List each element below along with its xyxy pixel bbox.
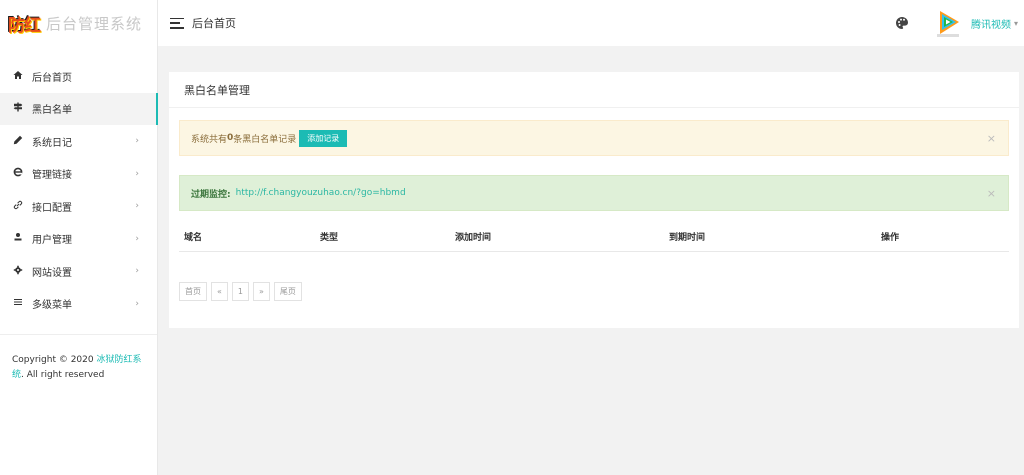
sidebar-item-label: 管理链接 xyxy=(32,170,72,182)
last-page-button[interactable]: 尾页 xyxy=(273,282,302,301)
next-page-button[interactable]: » xyxy=(253,282,270,301)
copyright-prefix: Copyright © 2020 xyxy=(12,355,97,365)
tencent-video-logo-icon xyxy=(936,11,959,37)
sidebar-item-multi-menu[interactable]: 多级菜单 › xyxy=(0,288,157,321)
chevron-right-icon: › xyxy=(135,201,139,212)
avatar[interactable] xyxy=(930,6,965,40)
sidebar-item-blackwhite-list[interactable]: 黑白名单 xyxy=(0,92,158,125)
first-page-button[interactable]: 首页 xyxy=(179,282,207,301)
chevron-right-icon: › xyxy=(135,168,139,179)
user-icon xyxy=(12,232,24,245)
column-header-domain: 域名 xyxy=(184,233,203,243)
sidebar-item-label: 接口配置 xyxy=(32,202,72,214)
sidebar-item-api-config[interactable]: 接口配置 › xyxy=(0,190,157,223)
chevron-right-icon: › xyxy=(135,298,139,309)
sidebar-item-label: 网站设置 xyxy=(32,267,72,279)
hamburger-menu-icon[interactable] xyxy=(170,17,184,29)
sidebar-item-home[interactable]: 后台首页 xyxy=(0,60,157,93)
column-header-actions: 操作 xyxy=(881,233,900,243)
sidebar-item-site-settings[interactable]: 网站设置 › xyxy=(0,255,157,288)
table-header: 域名 类型 添加时间 到期时间 操作 xyxy=(179,222,1009,252)
panel-title: 黑白名单管理 xyxy=(169,72,1019,108)
menu-icon xyxy=(12,297,24,310)
sidebar-item-label: 黑白名单 xyxy=(32,105,72,117)
ie-icon xyxy=(12,167,24,180)
close-icon[interactable]: × xyxy=(987,187,996,200)
sidebar-item-label: 用户管理 xyxy=(32,235,72,247)
logo[interactable]: 防红 后台管理系统 xyxy=(0,0,157,46)
copyright-suffix: . All right reserved xyxy=(21,370,105,380)
sidebar-item-manage-links[interactable]: 管理链接 › xyxy=(0,158,157,191)
monitor-label: 过期监控: xyxy=(191,189,231,200)
column-header-expire-time: 到期时间 xyxy=(669,233,706,243)
logo-text: 后台管理系统 xyxy=(46,14,143,33)
page-1-button[interactable]: 1 xyxy=(231,282,249,301)
column-header-added-time: 添加时间 xyxy=(455,233,492,243)
monitor-link[interactable]: http://f.changyouzuhao.cn/?go=hbmd xyxy=(236,188,406,198)
palette-icon[interactable] xyxy=(895,16,909,30)
home-icon xyxy=(12,70,24,83)
record-count-alert: 系统共有 0 条黑白名单记录 添加记录 × xyxy=(179,120,1009,156)
logo-badge: 防红 xyxy=(8,15,41,36)
caret-down-icon[interactable]: ▾ xyxy=(1014,19,1018,28)
chevron-right-icon: › xyxy=(135,136,139,147)
sidebar-item-system-log[interactable]: 系统日记 › xyxy=(0,125,157,158)
user-name[interactable]: 腾讯视频 xyxy=(971,16,1011,31)
top-header: 后台首页 腾讯视频 ▾ xyxy=(158,0,1024,46)
alert-suffix: 条黑白名单记录 xyxy=(233,134,297,145)
close-icon[interactable]: × xyxy=(987,132,996,145)
header-title: 后台首页 xyxy=(192,17,236,30)
alert-prefix: 系统共有 xyxy=(191,134,228,145)
signpost-icon xyxy=(12,102,24,115)
copyright: Copyright © 2020 冰狱防红系统. All right reser… xyxy=(0,335,157,383)
sidebar-item-label: 后台首页 xyxy=(32,72,72,84)
chevron-right-icon: › xyxy=(135,266,139,277)
column-header-type: 类型 xyxy=(320,233,339,243)
sidebar-menu: 后台首页 黑白名单 系统日记 › 管理链接 › 接口配置 › 用户管理 › 网站… xyxy=(0,60,158,321)
blacklist-panel: 黑白名单管理 系统共有 0 条黑白名单记录 添加记录 × 过期监控: http:/… xyxy=(169,72,1019,328)
sidebar-item-label: 系统日记 xyxy=(32,137,72,149)
prev-page-button[interactable]: « xyxy=(211,282,228,301)
expiry-monitor-alert: 过期监控: http://f.changyouzuhao.cn/?go=hbmd… xyxy=(179,175,1009,211)
chevron-right-icon: › xyxy=(135,233,139,244)
header-right: 腾讯视频 ▾ xyxy=(895,6,1024,40)
link-icon xyxy=(12,200,24,213)
add-record-button[interactable]: 添加记录 xyxy=(299,129,348,147)
pencil-icon xyxy=(12,135,24,148)
sidebar-item-user-manage[interactable]: 用户管理 › xyxy=(0,223,157,256)
sidebar-item-label: 多级菜单 xyxy=(32,300,72,312)
sidebar: 防红 后台管理系统 后台首页 黑白名单 系统日记 › 管理链接 › 接口配置 ›… xyxy=(0,0,158,475)
gear-icon xyxy=(12,265,24,278)
pagination: 首页 « 1 » 尾页 xyxy=(179,282,306,301)
